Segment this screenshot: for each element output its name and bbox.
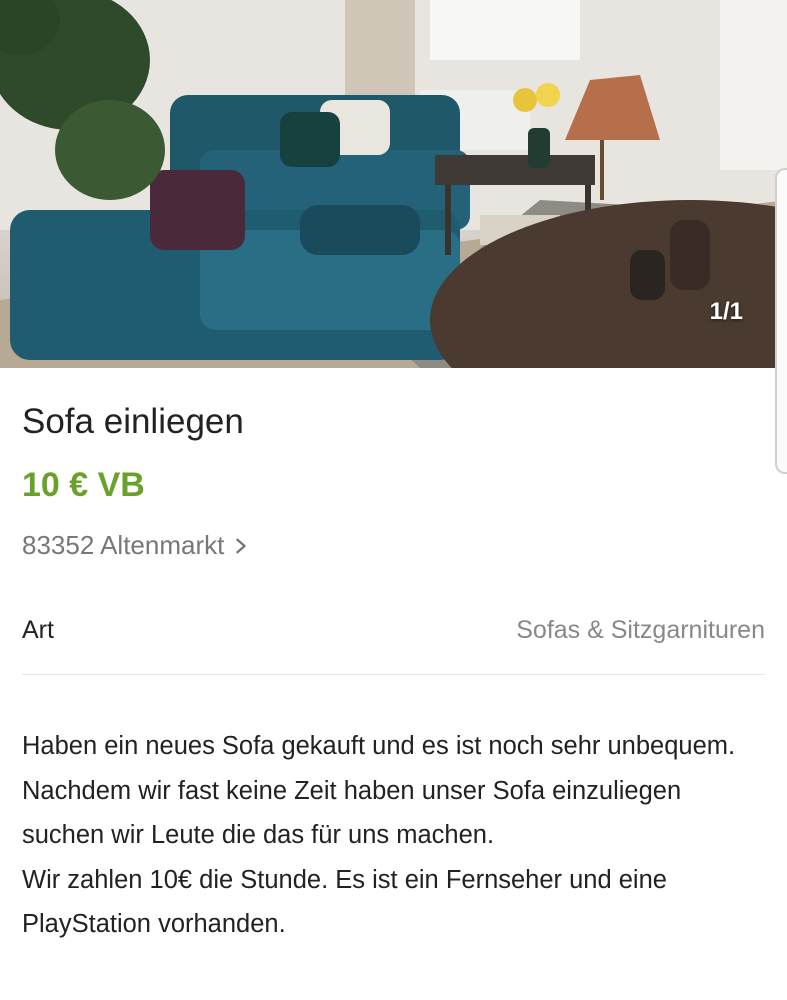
- listing-description: Haben ein neues Sofa gekauft und es ist …: [22, 724, 767, 947]
- description-paragraph: Wir zahlen 10€ die Stunde. Es ist ein Fe…: [22, 865, 667, 939]
- listing-price: 10 € VB: [22, 466, 145, 504]
- chevron-right-icon: [236, 538, 247, 553]
- image-counter: 1/1: [709, 298, 743, 325]
- listing-title: Sofa einliegen: [22, 402, 244, 441]
- attribute-row: Art Sofas & Sitzgarnituren: [22, 614, 765, 675]
- description-paragraph: Haben ein neues Sofa gekauft und es ist …: [22, 732, 736, 849]
- location-text: 83352 Altenmarkt: [22, 530, 225, 560]
- attribute-value: Sofas & Sitzgarnituren: [516, 616, 765, 644]
- listing-photo[interactable]: 1/1: [0, 0, 787, 368]
- attribute-key: Art: [22, 616, 54, 644]
- sofa-photo-illustration: [0, 0, 787, 368]
- location-link[interactable]: 83352 Altenmarkt: [22, 530, 250, 561]
- side-panel-handle[interactable]: [775, 168, 787, 474]
